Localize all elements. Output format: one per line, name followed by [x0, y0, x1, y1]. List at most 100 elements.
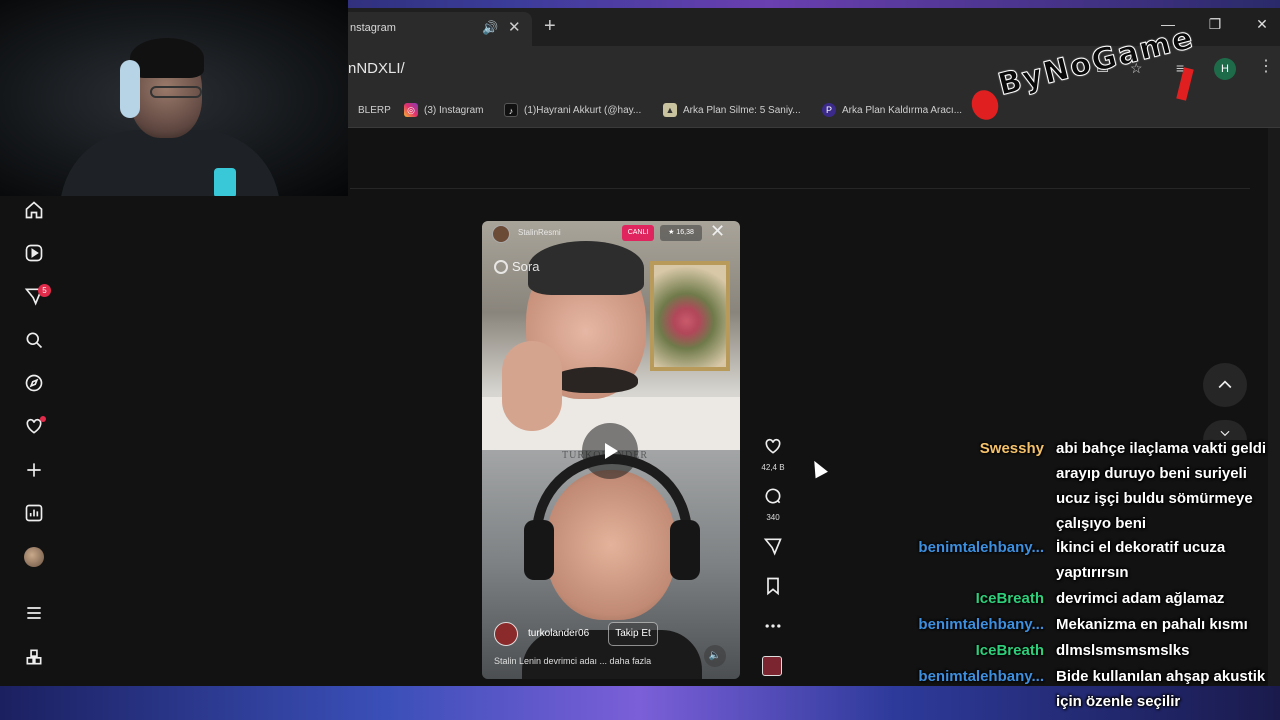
chat-username: benimtalehbany... — [918, 539, 1044, 556]
play-button[interactable] — [582, 423, 638, 479]
chat-username: Swesshy — [979, 440, 1044, 457]
search-icon[interactable] — [22, 328, 46, 352]
close-tab-icon[interactable]: ✕ — [508, 18, 521, 36]
notification-dot — [40, 416, 46, 422]
bookmark-instagram[interactable]: ◎ (3) Instagram — [404, 101, 483, 119]
streamer-headphones — [120, 60, 140, 118]
removebg-icon: ▲ — [663, 103, 677, 117]
dashboard-icon[interactable] — [22, 501, 46, 525]
streamer-body — [60, 130, 280, 196]
chat-line: Mekanizma en pahalı kısmı — [1056, 616, 1248, 633]
restore-icon[interactable]: ❐ — [1205, 16, 1225, 33]
share-button[interactable] — [760, 536, 786, 561]
avatar — [492, 225, 510, 243]
address-bar[interactable]: nNDXLI/ — [348, 60, 405, 77]
video-figure-arm — [502, 341, 562, 431]
sora-watermark: Sora — [494, 259, 539, 274]
chat-username: benimtalehbany... — [918, 616, 1044, 633]
more-options-button[interactable] — [760, 616, 786, 641]
chat-line: yaptırırsın — [1056, 564, 1129, 581]
webcam-overlay — [0, 0, 348, 196]
bookmark-label: Arka Plan Kaldırma Aracı... — [842, 104, 963, 116]
tiktok-icon: ♪ — [504, 103, 518, 117]
reel-caption[interactable]: Stalin Lenin devrimci adaı ... daha fazl… — [494, 656, 651, 666]
play-icon — [605, 443, 618, 459]
chevron-up-icon — [1218, 380, 1232, 389]
chat-line: devrimci adam ağlamaz — [1056, 590, 1225, 607]
live-video-top — [482, 221, 740, 451]
author-username[interactable]: turkolander06 — [528, 628, 589, 639]
comment-count: 340 — [766, 513, 780, 522]
like-button[interactable]: 42,4 B — [760, 436, 786, 472]
tab-title: nstagram — [350, 22, 396, 34]
streamer-hair — [130, 38, 204, 78]
stream-chat-overlay: Swesshy abi bahçe ilaçlama vakti geldi a… — [880, 436, 1280, 716]
reels-icon[interactable] — [22, 241, 46, 265]
send-icon — [763, 538, 782, 556]
live-header: StalinResmi CANLI ★ 16,38 ✕ — [482, 221, 740, 247]
chat-line: abi bahçe ilaçlama vakti geldi — [1056, 440, 1267, 457]
chat-line: çalışıyo beni — [1056, 515, 1147, 532]
audio-thumbnail[interactable] — [762, 656, 782, 676]
close-icon: ✕ — [710, 221, 726, 241]
instagram-sidebar: 5 — [8, 188, 60, 678]
logo-mark — [967, 86, 1003, 124]
like-count: 42,4 B — [761, 463, 785, 472]
volume-icon[interactable]: 🔈 — [704, 645, 726, 667]
more-icon — [765, 624, 781, 628]
previous-reel-button[interactable] — [1203, 363, 1247, 407]
microphone-image — [214, 168, 236, 196]
create-icon[interactable] — [22, 458, 46, 482]
follow-button[interactable]: Takip Et — [608, 622, 658, 646]
bookmark-label: BLERP — [358, 104, 391, 116]
browser-menu-icon[interactable]: ⋮ — [1258, 56, 1274, 76]
logo-mark — [1176, 67, 1194, 101]
chat-line: Bide kullanılan ahşap akustik — [1056, 668, 1266, 685]
chat-line: dlmslsmsmsmslks — [1056, 642, 1190, 659]
window-close-icon[interactable]: ✕ — [1252, 16, 1272, 33]
instagram-icon: ◎ — [404, 103, 418, 117]
messages-badge: 5 — [38, 284, 51, 297]
video-figure-hair — [528, 241, 644, 295]
divider — [350, 188, 1250, 189]
video-figure-mustache — [552, 367, 638, 393]
chat-username: IceBreath — [975, 642, 1044, 659]
apps-icon[interactable] — [22, 645, 46, 669]
bookmark-tiktok[interactable]: ♪ (1)Hayrani Akkurt (@hay... — [504, 101, 641, 119]
explore-icon[interactable] — [22, 371, 46, 395]
live-username: StalinResmi — [518, 228, 561, 237]
bookmark-icon — [767, 577, 779, 596]
more-menu-icon[interactable] — [22, 601, 46, 625]
save-button[interactable] — [760, 576, 786, 601]
screen: nstagram 🔊 ✕ + — ❐ ✕ nNDXLI/ ▭ ☆ ≡ H ⋮ B… — [0, 0, 1280, 720]
bookmark-label: (3) Instagram — [424, 104, 484, 116]
bookmark-label: Arka Plan Silme: 5 Saniy... — [683, 104, 801, 116]
profile-avatar[interactable] — [22, 545, 46, 569]
headphone-cup — [524, 520, 554, 580]
new-tab-icon[interactable]: + — [544, 15, 556, 38]
bookmark-blerp[interactable]: BLERP — [358, 101, 391, 119]
tab-instagram[interactable]: nstagram 🔊 ✕ — [340, 12, 532, 46]
photoroom-icon: P — [822, 103, 836, 117]
streamer-glasses — [150, 86, 202, 98]
chat-line: ucuz işçi buldu sömürmeye — [1056, 490, 1253, 507]
bookmark-label: (1)Hayrani Akkurt (@hay... — [524, 104, 642, 116]
channel-logo: ByNoGame — [967, 20, 1218, 140]
comment-icon — [765, 488, 781, 504]
comment-button[interactable]: 340 — [760, 486, 786, 522]
chat-username: benimtalehbany... — [918, 668, 1044, 685]
chat-line: arayıp duruyo beni suriyeli — [1056, 465, 1247, 482]
author-avatar[interactable] — [494, 622, 518, 646]
reel-video[interactable]: StalinResmi CANLI ★ 16,38 ✕ Sora TURKOLA… — [482, 221, 740, 679]
chat-line: için özenle seçilir — [1056, 693, 1181, 710]
bookmark-photoroom[interactable]: P Arka Plan Kaldırma Aracı... — [822, 101, 962, 119]
live-badge: CANLI — [622, 225, 654, 241]
sora-label: Sora — [512, 259, 540, 274]
chat-line: İkinci el dekoratif ucuza — [1056, 539, 1226, 556]
home-icon[interactable] — [22, 198, 46, 222]
avatar — [24, 547, 44, 567]
painting-image — [650, 261, 730, 371]
heart-icon — [765, 438, 781, 454]
speaker-icon[interactable]: 🔊 — [482, 20, 498, 36]
bookmark-removebg[interactable]: ▲ Arka Plan Silme: 5 Saniy... — [663, 101, 801, 119]
